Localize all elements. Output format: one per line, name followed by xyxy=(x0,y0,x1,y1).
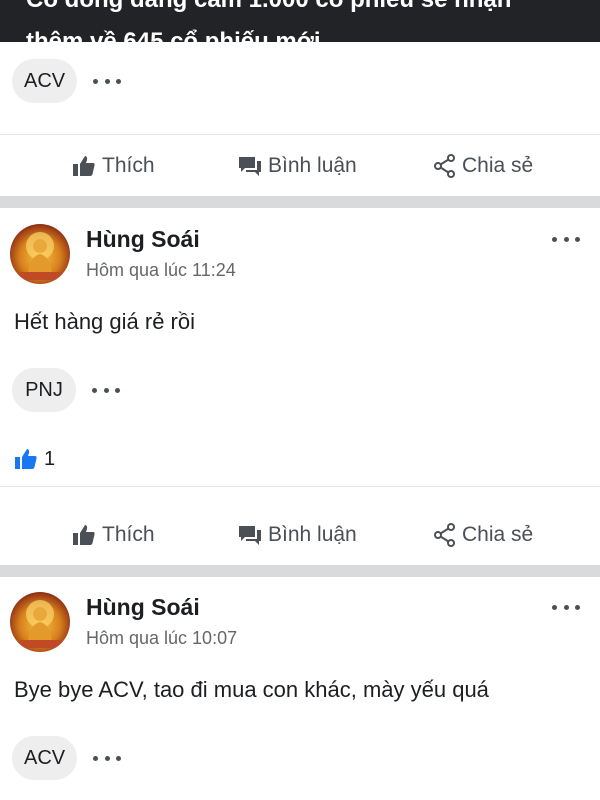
author-name[interactable]: Hùng Soái xyxy=(86,594,200,621)
like-label: Thích xyxy=(102,523,155,546)
post-separator xyxy=(0,196,600,208)
post-text: Bye bye ACV, tao đi mua con khác, mày yế… xyxy=(14,677,489,702)
more-icon[interactable] xyxy=(552,602,580,612)
share-button[interactable]: Chia sẻ xyxy=(434,136,533,196)
like-icon xyxy=(73,525,95,545)
share-icon xyxy=(434,154,455,178)
post-image-caption[interactable]: Cổ đông đang cầm 1.000 cổ phiếu sẽ nhận … xyxy=(0,0,600,42)
comment-label: Bình luận xyxy=(268,523,357,546)
caption-line-2: thêm về 645 cổ phiếu mới xyxy=(26,28,321,42)
post-header: Hùng Soái Hôm qua lúc 10:07 xyxy=(0,592,600,672)
stock-tag[interactable]: ACV xyxy=(12,59,78,103)
post-tags-row: ACV xyxy=(12,59,122,103)
like-button[interactable]: Thích xyxy=(72,505,155,565)
avatar-buddha xyxy=(18,232,62,280)
stock-tag[interactable]: ACV xyxy=(12,736,78,780)
avatar[interactable] xyxy=(10,592,70,652)
post-tags-row: ACV xyxy=(12,736,122,780)
more-icon[interactable] xyxy=(92,385,120,395)
share-icon xyxy=(434,523,455,547)
post-separator xyxy=(0,565,600,577)
comment-button[interactable]: Bình luận xyxy=(238,505,357,565)
share-label: Chia sẻ xyxy=(462,154,534,177)
author-name[interactable]: Hùng Soái xyxy=(86,226,200,253)
post-tags-row: PNJ xyxy=(12,368,120,412)
action-bar: Thích Bình luận Chia sẻ xyxy=(0,136,600,196)
like-count: 1 xyxy=(44,447,56,470)
share-label: Chia sẻ xyxy=(462,523,534,546)
post-text: Hết hàng giá rẻ rồi xyxy=(14,309,195,334)
like-icon xyxy=(73,156,95,176)
caption-line-1: Cổ đông đang cầm 1.000 cổ phiếu sẽ nhận xyxy=(26,0,511,14)
comment-icon xyxy=(239,157,261,176)
post-timestamp[interactable]: Hôm qua lúc 11:24 xyxy=(86,260,236,281)
stock-tag[interactable]: PNJ xyxy=(12,368,76,412)
action-bar: Thích Bình luận Chia sẻ xyxy=(0,505,600,565)
avatar[interactable] xyxy=(10,224,70,284)
post-timestamp[interactable]: Hôm qua lúc 10:07 xyxy=(86,628,237,649)
comment-button[interactable]: Bình luận xyxy=(238,136,357,196)
avatar-buddha xyxy=(18,600,62,648)
like-label: Thích xyxy=(102,154,155,177)
like-icon xyxy=(15,449,37,469)
more-icon[interactable] xyxy=(93,753,122,763)
more-icon[interactable] xyxy=(93,76,122,86)
comment-icon xyxy=(239,526,261,545)
divider xyxy=(0,134,600,135)
share-button[interactable]: Chia sẻ xyxy=(434,505,533,565)
more-icon[interactable] xyxy=(552,234,580,244)
reaction-summary[interactable]: 1 xyxy=(14,444,55,474)
comment-label: Bình luận xyxy=(268,154,357,177)
post-header: Hùng Soái Hôm qua lúc 11:24 xyxy=(0,224,600,304)
divider xyxy=(0,486,600,487)
like-button[interactable]: Thích xyxy=(72,136,155,196)
